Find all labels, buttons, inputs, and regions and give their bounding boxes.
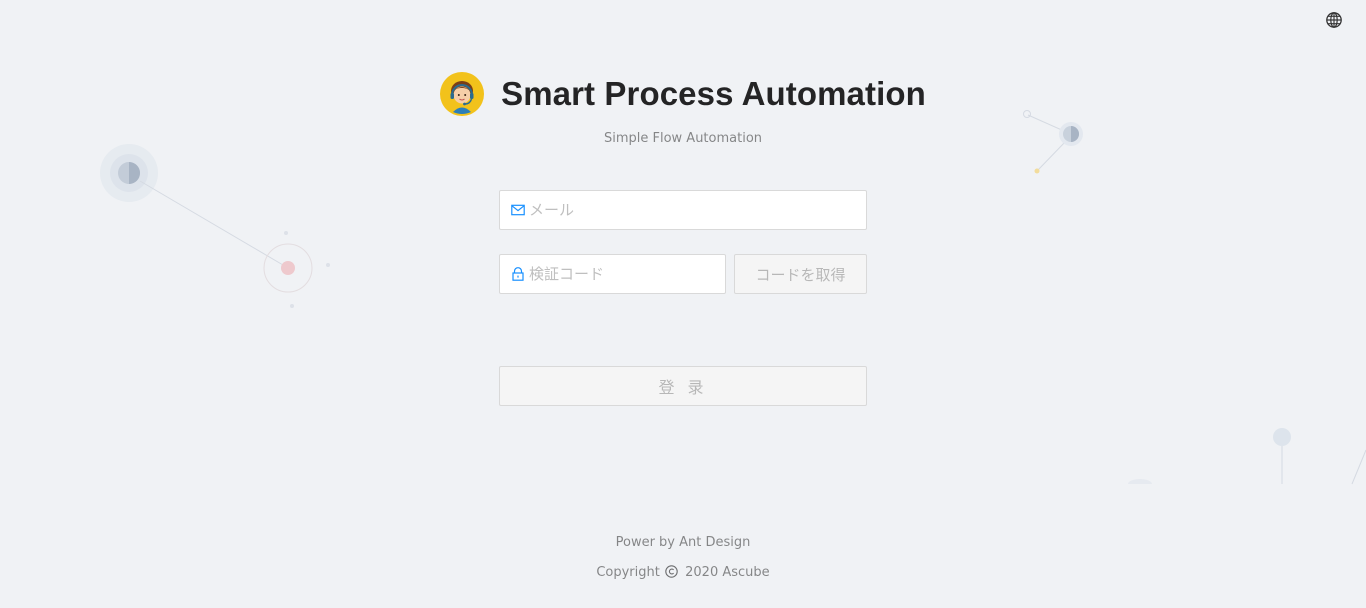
globe-icon: [1326, 12, 1342, 28]
lock-icon: [511, 267, 525, 281]
copyright-prefix: Copyright: [596, 565, 660, 580]
language-switch-button[interactable]: [1325, 11, 1343, 29]
mail-icon: [511, 203, 525, 217]
verification-code-field[interactable]: [499, 254, 726, 294]
login-form: コードを取得 登 录: [499, 190, 867, 406]
logo: [440, 72, 485, 116]
email-input[interactable]: [529, 192, 866, 228]
page-header: Smart Process Automation: [0, 71, 1366, 117]
copyright-text: 2020 Ascube: [685, 565, 770, 580]
copyright-icon: [665, 565, 678, 578]
verification-row: コードを取得: [499, 254, 867, 294]
email-field[interactable]: [499, 190, 867, 230]
page-footer: Power by Ant Design Copyright 2020 Ascub…: [0, 533, 1366, 583]
login-page: Smart Process Automation Simple Flow Aut…: [0, 0, 1366, 608]
powered-by-text: Power by Ant Design: [615, 535, 751, 550]
verification-code-input[interactable]: [529, 256, 725, 292]
get-code-button[interactable]: コードを取得: [734, 254, 867, 294]
app-subtitle: Simple Flow Automation: [603, 131, 763, 146]
copyright-line: Copyright 2020 Ascube: [0, 563, 1366, 583]
app-title: Smart Process Automation: [501, 75, 926, 112]
title-row: Smart Process Automation: [0, 71, 1366, 117]
login-button[interactable]: 登 录: [499, 366, 867, 406]
